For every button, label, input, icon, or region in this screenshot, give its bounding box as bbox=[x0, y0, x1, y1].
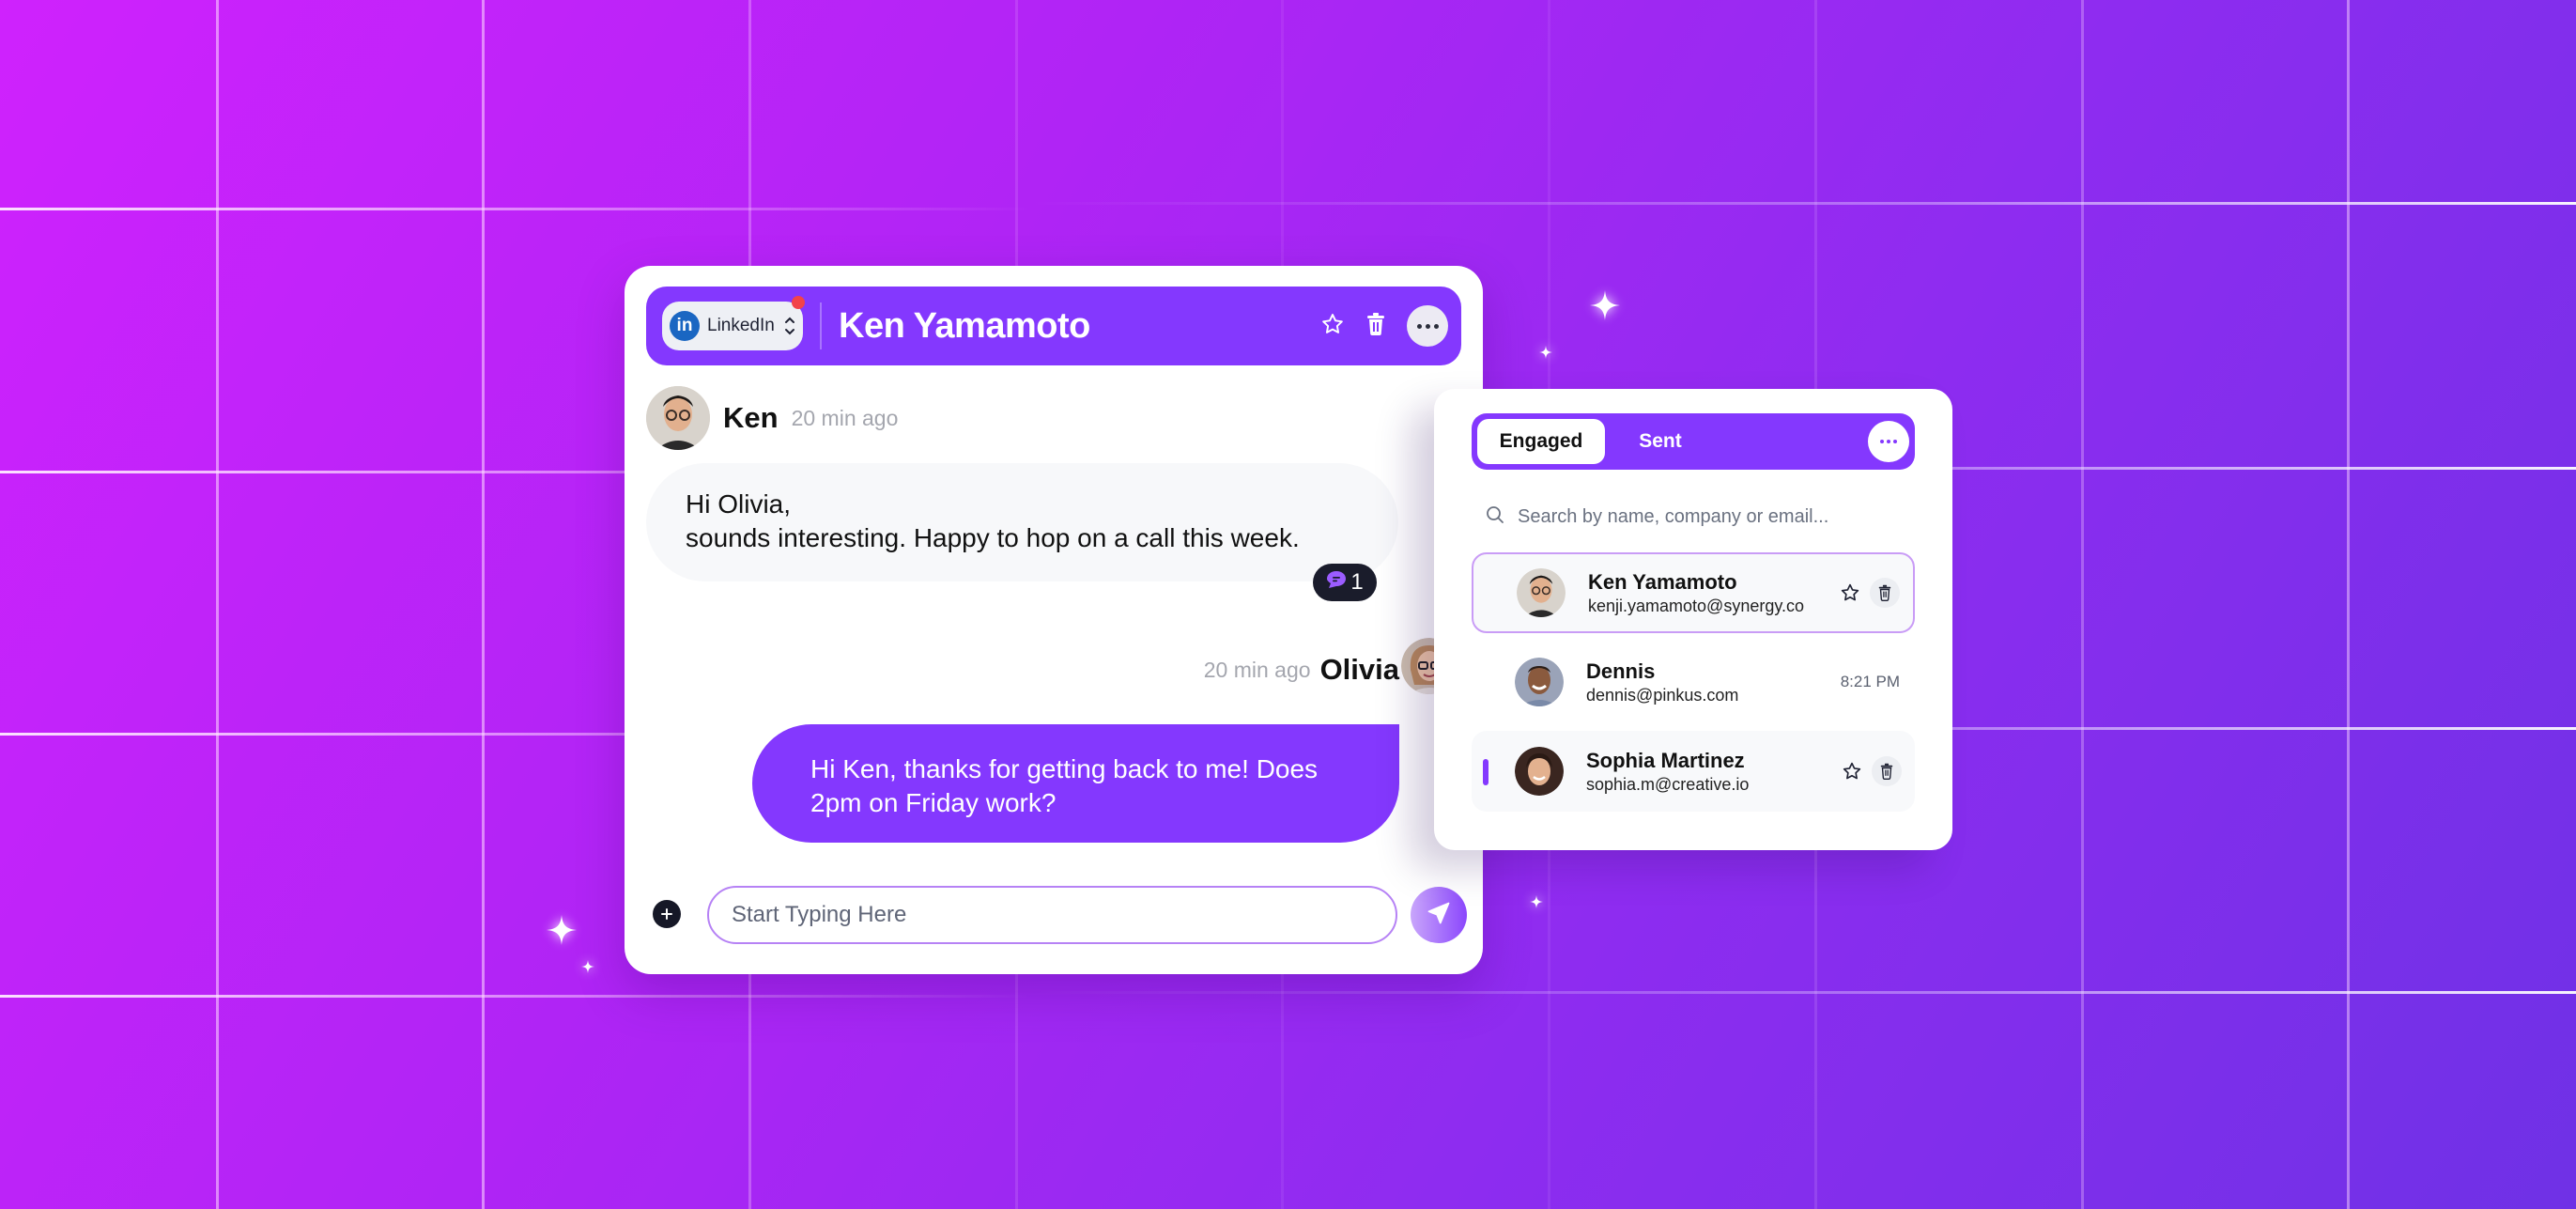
notification-dot bbox=[792, 296, 805, 309]
sparkle-icon bbox=[1590, 290, 1620, 320]
message-line: 2pm on Friday work? bbox=[810, 788, 1057, 817]
inbox-more-button[interactable] bbox=[1868, 421, 1909, 462]
contact-name: Dennis bbox=[1586, 659, 1656, 683]
star-button[interactable] bbox=[1842, 761, 1862, 782]
divider bbox=[820, 302, 822, 349]
sparkle-icon bbox=[581, 960, 594, 973]
avatar-dennis bbox=[1515, 658, 1564, 706]
star-button[interactable] bbox=[1320, 312, 1345, 341]
more-icon bbox=[1416, 323, 1422, 329]
grid-line bbox=[216, 0, 219, 1209]
message-line: Hi Ken, thanks for getting back to me! D… bbox=[810, 754, 1319, 783]
reaction-badge[interactable]: 1 bbox=[1313, 564, 1377, 601]
grid-line bbox=[0, 991, 2576, 994]
star-icon bbox=[1841, 583, 1859, 601]
contact-email: kenji.yamamoto@synergy.co bbox=[1588, 596, 1805, 615]
contact-row[interactable]: Sophia Martinez sophia.m@creative.io bbox=[1472, 731, 1915, 812]
star-icon bbox=[1320, 312, 1345, 341]
contact-email: sophia.m@creative.io bbox=[1586, 774, 1750, 794]
send-icon bbox=[1426, 900, 1452, 931]
channel-select[interactable]: in LinkedIn bbox=[662, 296, 805, 350]
message-line: sounds interesting. Happy to hop on a ca… bbox=[686, 523, 1300, 552]
trash-icon bbox=[1880, 763, 1893, 780]
trash-icon bbox=[1365, 312, 1386, 341]
message-bubble-outgoing: Hi Ken, thanks for getting back to me! D… bbox=[752, 724, 1399, 843]
chat-window: in LinkedIn Ken Yamamoto Ken 20 min ago … bbox=[625, 266, 1483, 974]
contact-row[interactable]: Dennis dennis@pinkus.com 8:21 PM bbox=[1472, 642, 1915, 722]
contact-time: 8:21 PM bbox=[1840, 673, 1900, 690]
unread-indicator bbox=[1483, 759, 1489, 785]
message-line: Hi Olivia, bbox=[686, 489, 792, 519]
contact-name: Ken Yamamoto bbox=[1588, 569, 1737, 594]
delete-button[interactable] bbox=[1872, 756, 1902, 786]
sparkle-icon bbox=[1539, 346, 1552, 359]
message-meta: 20 min ago Olivia bbox=[1203, 638, 1458, 694]
message-input[interactable] bbox=[707, 886, 1397, 944]
trash-icon bbox=[1878, 584, 1891, 601]
search-input[interactable] bbox=[1518, 505, 1893, 528]
grid-line bbox=[0, 202, 2576, 205]
star-icon bbox=[1843, 762, 1861, 780]
contact-email: dennis@pinkus.com bbox=[1586, 685, 1739, 705]
tab-sent[interactable]: Sent bbox=[1605, 419, 1716, 464]
sparkle-icon bbox=[547, 915, 577, 945]
channel-label: LinkedIn bbox=[707, 316, 775, 335]
more-button[interactable] bbox=[1407, 305, 1448, 347]
attach-button[interactable] bbox=[653, 900, 681, 928]
sender-name: Olivia bbox=[1319, 653, 1399, 686]
message-time: 20 min ago bbox=[791, 405, 899, 430]
grid-line bbox=[2347, 0, 2350, 1209]
more-icon bbox=[1880, 440, 1884, 443]
sender-name: Ken bbox=[723, 401, 779, 434]
message-meta: Ken 20 min ago bbox=[646, 386, 898, 450]
grid-line bbox=[0, 208, 2576, 210]
chevron-up-down-icon bbox=[784, 315, 795, 337]
sparkle-icon bbox=[1530, 895, 1543, 908]
inbox-tabs: Engaged Sent bbox=[1472, 413, 1915, 470]
delete-button[interactable] bbox=[1365, 312, 1386, 341]
inbox-panel: Engaged Sent Ken Yamamoto kenji.yamamoto… bbox=[1434, 389, 1952, 850]
contact-name: Sophia Martinez bbox=[1586, 748, 1745, 772]
linkedin-icon: in bbox=[670, 311, 700, 341]
search-icon bbox=[1486, 505, 1504, 529]
chat-header: in LinkedIn Ken Yamamoto bbox=[646, 287, 1461, 365]
contact-row[interactable]: Ken Yamamoto kenji.yamamoto@synergy.co bbox=[1472, 552, 1915, 633]
contact-name-title: Ken Yamamoto bbox=[839, 305, 1090, 346]
chat-bubble-icon bbox=[1326, 569, 1347, 596]
grid-line bbox=[0, 995, 2576, 998]
plus-icon bbox=[661, 904, 672, 925]
avatar-ken bbox=[1517, 568, 1566, 617]
delete-button[interactable] bbox=[1870, 578, 1900, 608]
message-bubble-incoming: Hi Olivia, sounds interesting. Happy to … bbox=[646, 463, 1398, 581]
avatar-ken[interactable] bbox=[646, 386, 710, 450]
avatar-sophia bbox=[1515, 747, 1564, 796]
send-button[interactable] bbox=[1411, 887, 1467, 943]
tab-engaged[interactable]: Engaged bbox=[1477, 419, 1605, 464]
star-button[interactable] bbox=[1840, 582, 1860, 603]
search-bar bbox=[1486, 500, 1908, 534]
message-time: 20 min ago bbox=[1203, 657, 1311, 682]
grid-line bbox=[2081, 0, 2084, 1209]
grid-line bbox=[482, 0, 485, 1209]
reaction-count: 1 bbox=[1350, 569, 1364, 595]
